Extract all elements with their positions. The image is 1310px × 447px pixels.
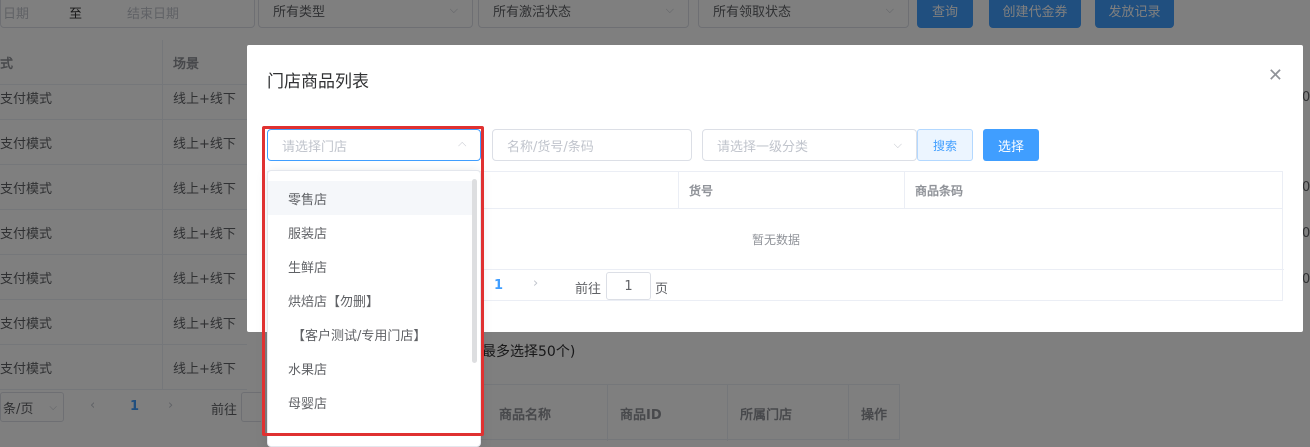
store-dropdown: 零售店 服装店 生鲜店 烘焙店【勿删】 【客户测试/专用门店】 水果店 母婴店 bbox=[267, 170, 481, 447]
dropdown-scrollbar[interactable] bbox=[472, 179, 477, 363]
dropdown-option[interactable]: 服装店 bbox=[268, 215, 476, 249]
page-number-current[interactable]: 1 bbox=[494, 278, 503, 293]
column-header-sku: 货号 bbox=[678, 172, 904, 209]
chevron-up-icon: ⌵ bbox=[457, 139, 466, 152]
search-button[interactable]: 搜索 bbox=[917, 129, 973, 161]
dropdown-option[interactable]: 母婴店 bbox=[268, 385, 476, 419]
store-select[interactable]: 请选择门店 ⌵ bbox=[267, 129, 481, 161]
next-page-icon[interactable]: › bbox=[533, 276, 538, 291]
modal-title: 门店商品列表 bbox=[267, 72, 369, 92]
keyword-input[interactable]: 名称/货号/条码 bbox=[492, 129, 692, 161]
close-icon[interactable]: ✕ bbox=[1268, 65, 1283, 86]
dropdown-option-partial[interactable] bbox=[268, 419, 476, 446]
dropdown-option[interactable]: 烘焙店【勿删】 bbox=[268, 283, 476, 317]
select-button[interactable]: 选择 bbox=[983, 129, 1039, 161]
category-select-placeholder: 请选择一级分类 bbox=[717, 139, 809, 155]
column-header-barcode: 商品条码 bbox=[904, 172, 1282, 209]
goto-page-input[interactable]: 1 bbox=[606, 272, 651, 300]
category-select[interactable]: 请选择一级分类 ⌵ bbox=[702, 129, 917, 161]
dropdown-option[interactable]: 【客户测试/专用门店】 bbox=[268, 317, 476, 351]
page-suffix: 页 bbox=[655, 282, 669, 297]
dropdown-option[interactable]: 生鲜店 bbox=[268, 249, 476, 283]
goto-page-value: 1 bbox=[624, 278, 633, 294]
goto-label: 前往 bbox=[575, 282, 602, 297]
dropdown-option[interactable]: 水果店 bbox=[268, 351, 476, 385]
keyword-input-placeholder: 名称/货号/条码 bbox=[507, 139, 594, 155]
dropdown-option[interactable]: 零售店 bbox=[268, 181, 476, 215]
store-select-placeholder: 请选择门店 bbox=[282, 139, 348, 155]
chevron-down-icon: ⌵ bbox=[893, 138, 902, 151]
